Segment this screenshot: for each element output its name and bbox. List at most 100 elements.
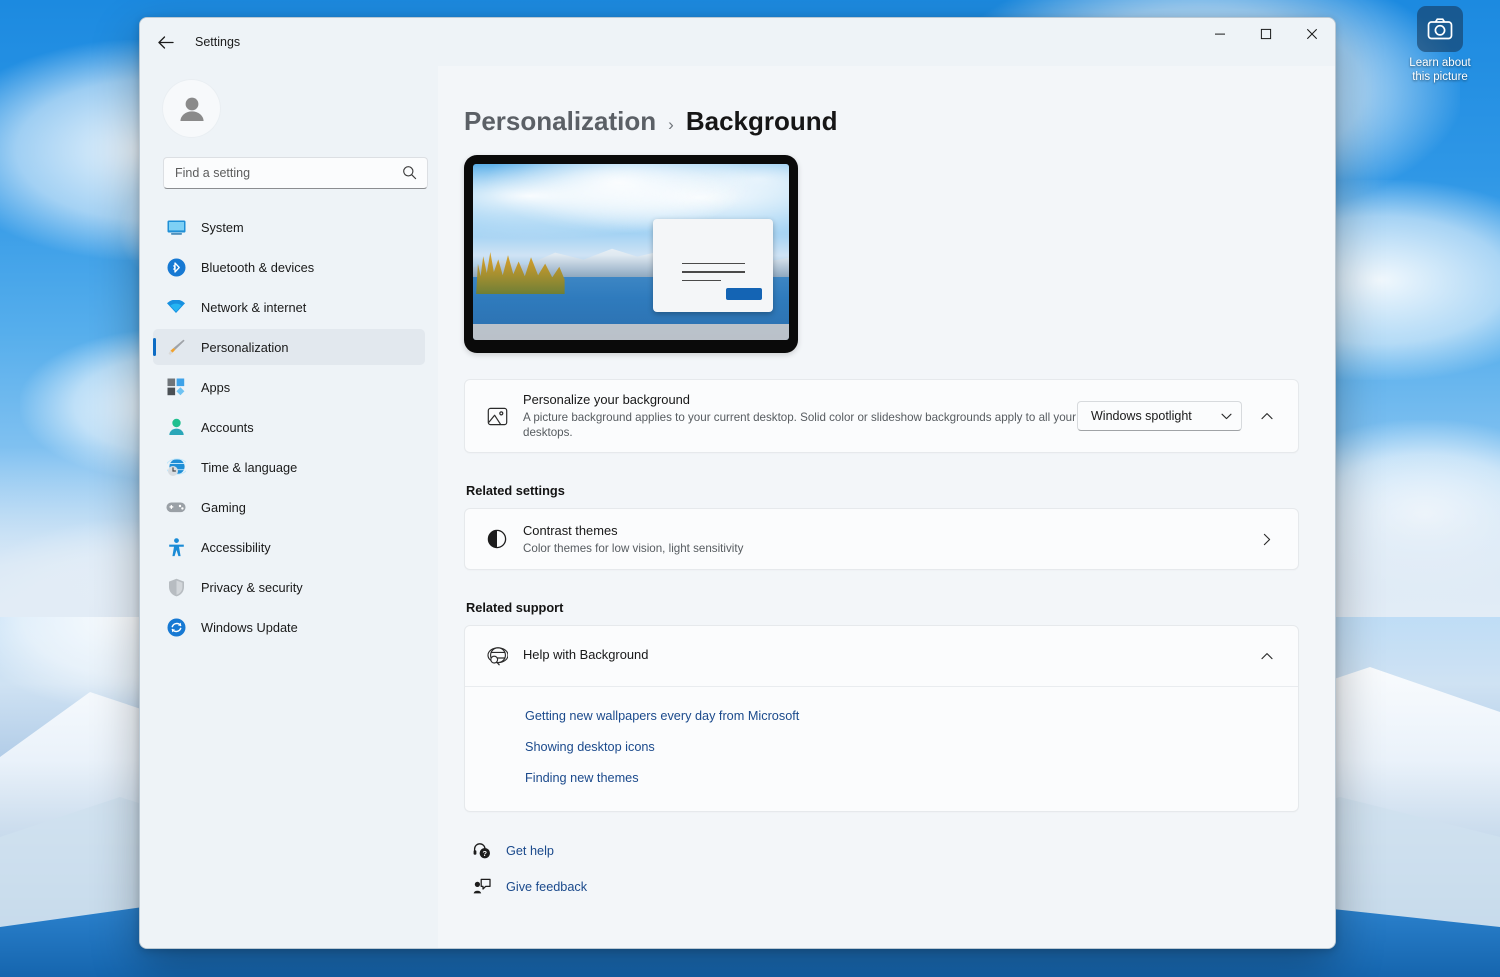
help-link-desktop-icons[interactable]: Showing desktop icons (525, 740, 655, 754)
globe-search-icon (479, 646, 515, 667)
breadcrumb-parent[interactable]: Personalization (464, 106, 656, 137)
sidebar-item-system[interactable]: System (153, 209, 425, 245)
get-help-icon: ? (470, 842, 494, 859)
person-icon (165, 417, 187, 437)
personalize-background-card: Personalize your background A picture ba… (464, 379, 1299, 453)
contrast-themes-subtitle: Color themes for low vision, light sensi… (523, 541, 1252, 556)
search-box[interactable] (163, 157, 428, 189)
help-link-new-themes[interactable]: Finding new themes (525, 771, 639, 785)
preview-dialog-line (682, 280, 721, 282)
sidebar-item-privacy-security[interactable]: Privacy & security (153, 569, 425, 605)
preview-taskbar (473, 324, 789, 340)
chevron-down-icon (1221, 413, 1232, 420)
sidebar-item-bluetooth-devices[interactable]: Bluetooth & devices (153, 249, 425, 285)
learn-label-line2: this picture (1412, 71, 1468, 83)
maximize-icon (1260, 28, 1272, 40)
shield-icon (165, 577, 187, 597)
help-with-background-card: Help with Background Getting new wallpap… (464, 625, 1299, 812)
related-support-heading: Related support (466, 600, 1299, 615)
close-button[interactable] (1289, 18, 1335, 50)
user-avatar-icon (175, 92, 209, 126)
gamepad-icon (165, 497, 187, 517)
background-type-value: Windows spotlight (1091, 409, 1192, 423)
bluetooth-icon (165, 257, 187, 277)
page-title: Background (686, 106, 838, 137)
sidebar: System Bluetooth & devices N (140, 66, 438, 948)
give-feedback-row[interactable]: Give feedback (470, 878, 587, 895)
sidebar-nav: System Bluetooth & devices N (153, 209, 425, 649)
maximize-button[interactable] (1243, 18, 1289, 50)
settings-window: Settings (139, 17, 1336, 949)
svg-text:?: ? (483, 849, 488, 858)
main-content: Personalization › Background (438, 66, 1335, 948)
wifi-icon (165, 297, 187, 317)
back-button[interactable] (149, 26, 181, 58)
desktop-wallpaper: Learn about this picture Settings (0, 0, 1500, 977)
contrast-themes-title: Contrast themes (523, 523, 1252, 538)
help-link-wallpapers[interactable]: Getting new wallpapers every day from Mi… (525, 709, 799, 723)
sidebar-item-accounts[interactable]: Accounts (153, 409, 425, 445)
preview-dialog-line (682, 263, 745, 265)
sidebar-label: Accessibility (201, 540, 271, 555)
help-with-background-title: Help with Background (523, 647, 1252, 662)
learn-about-picture-label: Learn about this picture (1409, 56, 1470, 84)
help-with-background-text: Help with Background (515, 647, 1252, 665)
sidebar-item-apps[interactable]: Apps (153, 369, 425, 405)
sidebar-label: Privacy & security (201, 580, 303, 595)
personalize-background-text: Personalize your background A picture ba… (515, 392, 1077, 440)
sidebar-item-personalization[interactable]: Personalization (153, 329, 425, 365)
desktop-background-preview (464, 155, 798, 353)
learn-label-line1: Learn about (1409, 57, 1470, 69)
personalize-background-subtitle: A picture background applies to your cur… (523, 410, 1077, 440)
preview-dialog-button (726, 288, 762, 300)
sidebar-label: Time & language (201, 460, 297, 475)
help-with-background-header[interactable]: Help with Background (465, 626, 1298, 686)
sidebar-item-network-internet[interactable]: Network & internet (153, 289, 425, 325)
breadcrumb: Personalization › Background (464, 66, 1299, 137)
close-icon (1306, 28, 1318, 40)
sidebar-label: Personalization (201, 340, 289, 355)
minimize-button[interactable] (1197, 18, 1243, 50)
learn-about-picture-widget[interactable]: Learn about this picture (1392, 6, 1488, 84)
contrast-themes-chevron[interactable] (1252, 524, 1282, 554)
contrast-icon (479, 529, 515, 549)
accessibility-icon (165, 537, 187, 557)
chevron-up-icon (1261, 652, 1273, 660)
window-titlebar: Settings (140, 18, 1335, 66)
account-block[interactable] (153, 66, 425, 137)
give-feedback-icon (470, 878, 494, 895)
clock-globe-icon (165, 457, 187, 477)
camera-icon[interactable] (1417, 6, 1463, 52)
help-links-list: Getting new wallpapers every day from Mi… (465, 686, 1298, 811)
sidebar-label: System (201, 220, 244, 235)
window-title: Settings (195, 35, 240, 49)
background-type-dropdown[interactable]: Windows spotlight (1077, 401, 1242, 431)
sidebar-item-time-language[interactable]: Time & language (153, 449, 425, 485)
give-feedback-label: Give feedback (506, 880, 587, 894)
search-icon[interactable] (402, 165, 417, 185)
sidebar-item-accessibility[interactable]: Accessibility (153, 529, 425, 565)
avatar[interactable] (163, 80, 220, 137)
help-card-expander[interactable] (1252, 641, 1282, 671)
breadcrumb-separator-icon: › (668, 115, 674, 135)
paintbrush-icon (165, 337, 187, 357)
sidebar-item-windows-update[interactable]: Windows Update (153, 609, 425, 645)
get-help-row[interactable]: ? Get help (470, 842, 554, 859)
preview-dialog-line (682, 271, 745, 273)
background-card-expander[interactable] (1252, 401, 1282, 431)
search-input[interactable] (164, 166, 389, 180)
apps-icon (165, 377, 187, 397)
sidebar-label: Accounts (201, 420, 254, 435)
update-icon (165, 617, 187, 637)
back-arrow-icon (157, 35, 174, 50)
minimize-icon (1214, 28, 1226, 40)
sidebar-label: Apps (201, 380, 230, 395)
window-controls (1197, 18, 1335, 66)
sidebar-label: Gaming (201, 500, 246, 515)
picture-icon (479, 406, 515, 427)
chevron-right-icon (1263, 533, 1271, 546)
sidebar-item-gaming[interactable]: Gaming (153, 489, 425, 525)
contrast-themes-row[interactable]: Contrast themes Color themes for low vis… (464, 508, 1299, 570)
sidebar-label: Network & internet (201, 300, 306, 315)
sidebar-label: Bluetooth & devices (201, 260, 314, 275)
